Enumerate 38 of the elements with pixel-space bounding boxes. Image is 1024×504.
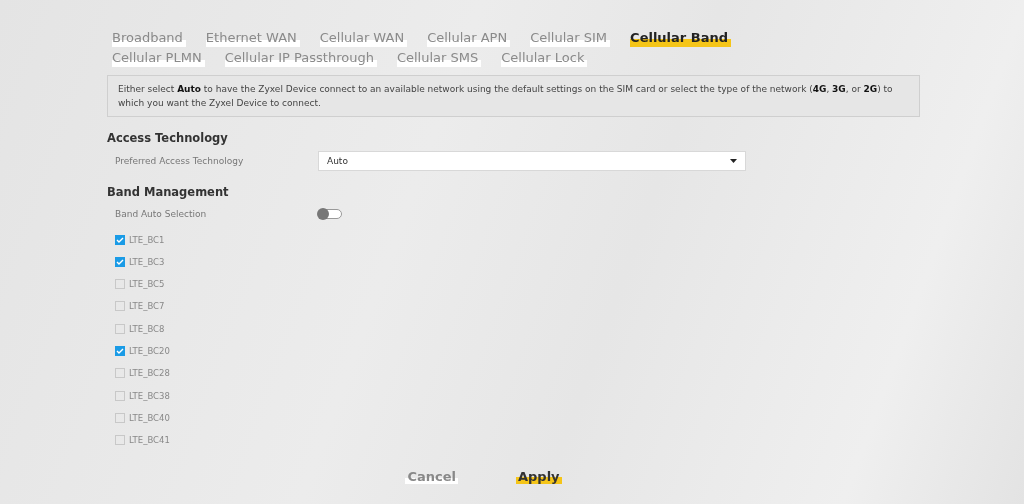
checkbox-label: LTE_BC7 [129,301,165,312]
access-technology-select[interactable]: Auto [318,151,746,171]
checkbox[interactable] [115,435,125,446]
tab[interactable]: Cellular SMS [396,49,482,67]
checkbox[interactable] [115,323,125,334]
section-heading: Band Management [107,185,230,199]
checkbox-label: LTE_BC28 [129,368,170,379]
checkbox-label: LTE_BC41 [129,435,170,446]
checkbox[interactable] [115,234,125,245]
field-label: Preferred Access Technology [115,156,245,166]
section-heading: Access Technology [107,131,229,145]
checkbox[interactable] [115,368,125,379]
checkbox[interactable] [115,346,125,356]
tab[interactable]: Cellular APN [427,29,511,47]
checkbox-label: LTE_BC3 [129,256,165,267]
checkbox[interactable] [115,256,125,267]
checkbox[interactable] [115,279,125,290]
checkbox-label: LTE_BC38 [129,390,170,401]
tab[interactable]: Ethernet WAN [205,29,300,47]
checkbox[interactable] [115,412,125,423]
field-label: Band Auto Selection [115,209,208,219]
info-text: Either select Auto to have the Zyxel Device connect to an available network using the default settings on the SIM card or select the type of the network (4G, 3G, or 2G) to which you want the Zyxel Device to connect. [107,75,920,117]
cancel-button[interactable]: Cancel [405,468,458,484]
checkbox-label: LTE_BC20 [129,346,170,356]
tab[interactable]: Cellular PLMN [112,49,205,67]
checkbox[interactable] [115,301,125,312]
checkbox-label: LTE_BC1 [129,234,165,245]
tab[interactable]: Cellular WAN [319,29,408,47]
checkbox-label: LTE_BC8 [129,323,165,334]
toggle-switch[interactable] [318,209,342,219]
checkbox-label: LTE_BC40 [129,412,170,423]
dropdown-caret-icon [730,159,737,163]
tab[interactable]: Cellular Lock [501,49,588,67]
tab[interactable]: Broadband [112,29,186,47]
checkbox[interactable] [115,390,125,401]
checkbox-label: LTE_BC5 [129,279,165,290]
tab[interactable]: Cellular IP Passthrough [224,49,377,67]
tab[interactable]: Cellular SIM [530,29,611,47]
